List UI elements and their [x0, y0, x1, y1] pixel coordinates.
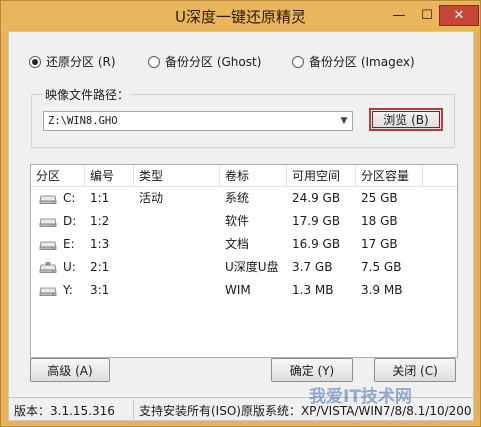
cell-type	[134, 233, 139, 256]
cell-number: 1:3	[90, 237, 110, 251]
supported-systems-text: 支持安装所有(ISO)原版系统：XP/VISTA/WIN7/8/8.1/10/2…	[139, 404, 471, 418]
column-header-free-space[interactable]: 可用空间	[287, 165, 356, 187]
disk-icon	[39, 241, 57, 250]
cell-drive: Y:	[63, 283, 73, 297]
cell-label: 系统	[225, 191, 250, 205]
cell-size: 3.9 MB	[361, 283, 403, 297]
cell-type	[134, 279, 139, 302]
cell-label: WIM	[225, 283, 251, 297]
close-button[interactable]: 关闭 (C)	[374, 358, 456, 382]
cell-size: 17 GB	[361, 237, 398, 251]
cell-label: 文档	[225, 237, 250, 251]
cell-drive: C:	[63, 191, 76, 205]
cell-free: 17.9 GB	[292, 214, 341, 228]
cell-number: 1:2	[90, 214, 110, 228]
title-bar[interactable]: U深度一键还原精灵 — ☐ ✕	[1, 1, 480, 31]
version-text: 版本：3.1.15.316	[14, 404, 115, 418]
cell-free: 3.7 GB	[292, 260, 333, 274]
radio-circle[interactable]	[292, 55, 304, 68]
cell-free: 16.9 GB	[292, 237, 341, 251]
cell-type: 活动	[139, 191, 164, 205]
status-bar: 版本：3.1.15.316 支持安装所有(ISO)原版系统：XP/VISTA/W…	[9, 397, 473, 420]
cell-size: 18 GB	[361, 214, 398, 228]
radio-label[interactable]: 备份分区 (Imagex)	[309, 53, 415, 70]
cell-drive: E:	[63, 237, 75, 251]
maximize-button[interactable]: ☐	[413, 5, 441, 26]
radio-selected-dot	[32, 58, 38, 65]
main-window: U深度一键还原精灵 — ☐ ✕ 还原分区 (R) 备份分区 (Ghost) 备份…	[0, 0, 481, 427]
radio-circle[interactable]	[29, 55, 41, 68]
image-path-value[interactable]: Z:\WIN8.GHO	[44, 115, 336, 127]
partition-list[interactable]: 分区 编号 类型 卷标 可用空间 分区容量 C: 1:1 活动 系统 24.9 …	[30, 164, 458, 358]
cell-label: U深度U盘	[225, 260, 279, 274]
partition-row[interactable]: U: 2:1 U深度U盘 3.7 GB 7.5 GB	[31, 256, 457, 279]
radio-circle[interactable]	[148, 55, 160, 68]
partition-list-header: 分区 编号 类型 卷标 可用空间 分区容量	[31, 165, 457, 187]
ok-button[interactable]: 确定 (Y)	[271, 358, 353, 382]
partition-row[interactable]: D: 1:2 软件 17.9 GB 18 GB	[31, 210, 457, 233]
cell-label: 软件	[225, 214, 250, 228]
column-header-type[interactable]: 类型	[134, 165, 220, 187]
cell-type	[134, 210, 139, 233]
status-divider	[133, 400, 134, 419]
cell-number: 2:1	[90, 260, 110, 274]
column-header-label[interactable]: 卷标	[220, 165, 287, 187]
advanced-button[interactable]: 高级 (A)	[30, 358, 110, 382]
image-path-label: 映像文件路径：	[43, 86, 132, 103]
client-area: 还原分区 (R) 备份分区 (Ghost) 备份分区 (Imagex) 映像文件…	[8, 31, 474, 421]
column-header-capacity[interactable]: 分区容量	[356, 165, 423, 187]
disk-icon	[39, 287, 57, 296]
partition-row[interactable]: C: 1:1 活动 系统 24.9 GB 25 GB	[31, 187, 457, 210]
radio-label[interactable]: 备份分区 (Ghost)	[165, 53, 261, 70]
cell-type	[134, 256, 139, 279]
cell-size: 25 GB	[361, 191, 398, 205]
cell-free: 1.3 MB	[292, 283, 334, 297]
partition-row[interactable]: Y: 3:1 WIM 1.3 MB 3.9 MB	[31, 279, 457, 302]
disk-icon	[39, 195, 57, 204]
browse-button[interactable]: 浏览 (B)	[369, 108, 443, 131]
cell-number: 3:1	[90, 283, 110, 297]
cell-free: 24.9 GB	[292, 191, 341, 205]
chevron-down-icon[interactable]: ▼	[336, 116, 352, 126]
disk-icon	[39, 218, 57, 227]
image-path-combobox[interactable]: Z:\WIN8.GHO ▼	[43, 111, 353, 131]
cell-drive: U:	[63, 260, 76, 274]
column-header-partition[interactable]: 分区	[31, 165, 85, 187]
partition-row[interactable]: E: 1:3 文档 16.9 GB 17 GB	[31, 233, 457, 256]
cell-number: 1:1	[90, 191, 110, 205]
minimize-button[interactable]: —	[385, 5, 413, 26]
close-window-button[interactable]: ✕	[439, 5, 479, 26]
usb-disk-icon	[39, 262, 57, 273]
cell-size: 7.5 GB	[361, 260, 402, 274]
column-header-number[interactable]: 编号	[85, 165, 134, 187]
cell-drive: D:	[63, 214, 77, 228]
radio-backup-ghost[interactable]: 备份分区 (Ghost)	[148, 53, 261, 70]
radio-label[interactable]: 还原分区 (R)	[46, 53, 116, 70]
radio-restore-partition[interactable]: 还原分区 (R)	[29, 53, 116, 70]
radio-backup-imagex[interactable]: 备份分区 (Imagex)	[292, 53, 415, 70]
